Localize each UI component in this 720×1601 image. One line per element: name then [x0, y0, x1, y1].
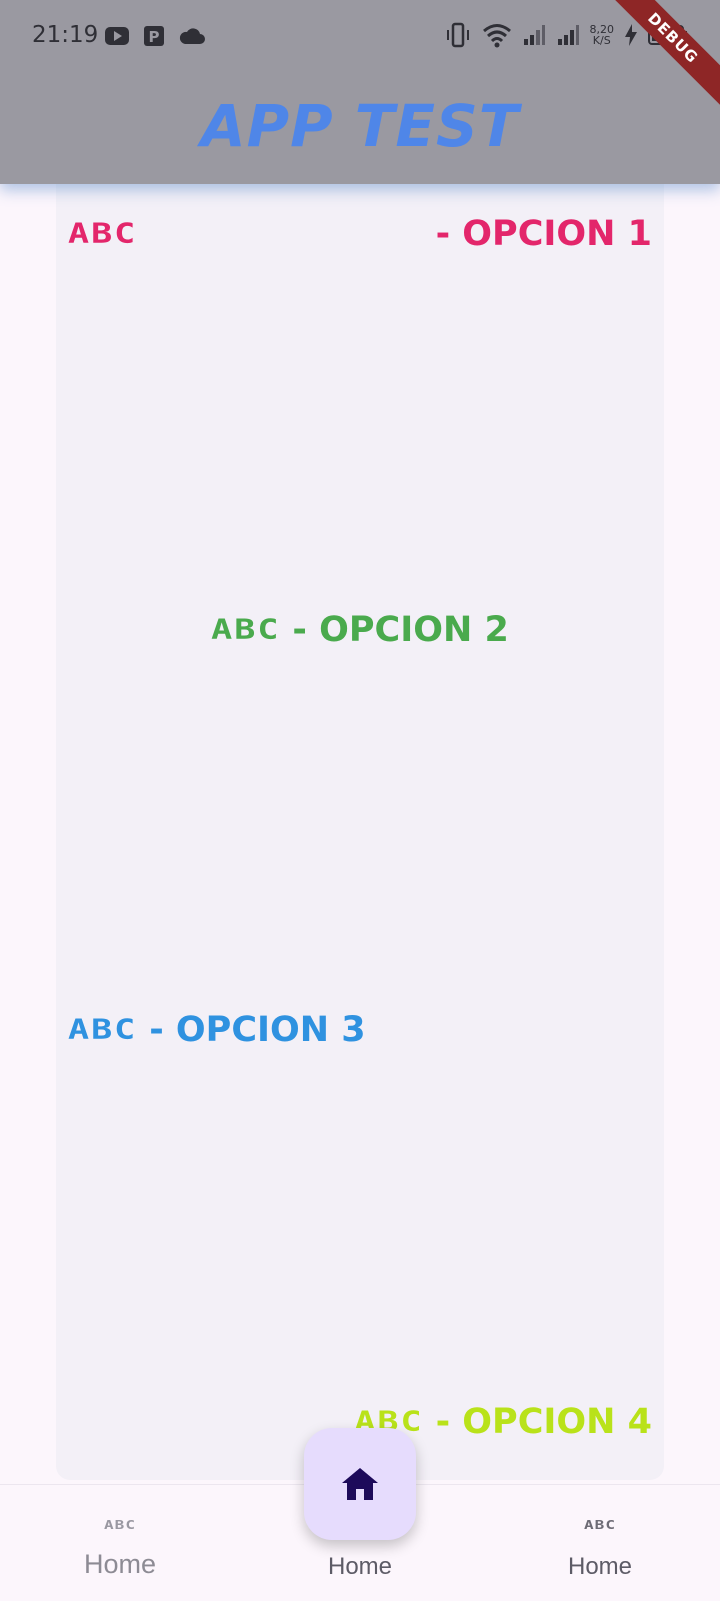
- speed-unit: K/S: [592, 34, 611, 47]
- abc-logo-icon: ABC: [211, 614, 281, 646]
- option-label: - OPCION 4: [435, 1402, 652, 1442]
- status-time: 21:19: [32, 22, 99, 48]
- signal-icon: [557, 25, 579, 45]
- abc-logo-icon: ABC: [584, 1517, 616, 1532]
- option-2[interactable]: ABC - OPCION 2: [56, 610, 664, 650]
- options-list[interactable]: ABC - OPCION 1 ABC - OPCION 2 ABC - OPCI…: [56, 184, 664, 1480]
- svg-text:P: P: [149, 28, 160, 46]
- abc-logo-icon: ABC: [104, 1517, 136, 1532]
- network-speed: 8,20 K/S: [590, 24, 615, 46]
- option-1[interactable]: ABC - OPCION 1: [68, 214, 652, 254]
- nav-item-home-right[interactable]: ABC Home: [510, 1485, 690, 1601]
- parking-icon: P: [144, 26, 164, 46]
- signal-icon: [523, 25, 545, 45]
- abc-logo-icon: ABC: [68, 1014, 138, 1046]
- home-icon: [342, 1468, 378, 1500]
- option-label: - OPCION 2: [292, 610, 509, 650]
- nav-label: Home: [567, 1553, 633, 1580]
- status-left-icons: P: [104, 24, 206, 48]
- nav-label: Home: [327, 1553, 393, 1580]
- nav-label: Home: [83, 1549, 157, 1579]
- nav-item-home-left[interactable]: ABC Home: [30, 1485, 210, 1601]
- app-bar: 21:19 P 8,20 K/S APP TEST: [0, 0, 720, 184]
- wifi-icon: [482, 24, 511, 48]
- option-label: - OPCION 1: [435, 214, 652, 254]
- youtube-icon: [105, 27, 129, 45]
- vibrate-icon: [446, 22, 469, 48]
- abc-logo-icon: ABC: [68, 218, 138, 250]
- option-label: - OPCION 3: [149, 1010, 366, 1050]
- cloud-icon: [179, 28, 205, 44]
- home-fab-button[interactable]: [304, 1428, 416, 1540]
- charging-icon: [625, 24, 637, 46]
- option-3[interactable]: ABC - OPCION 3: [68, 1010, 366, 1050]
- app-title: APP TEST: [200, 92, 520, 160]
